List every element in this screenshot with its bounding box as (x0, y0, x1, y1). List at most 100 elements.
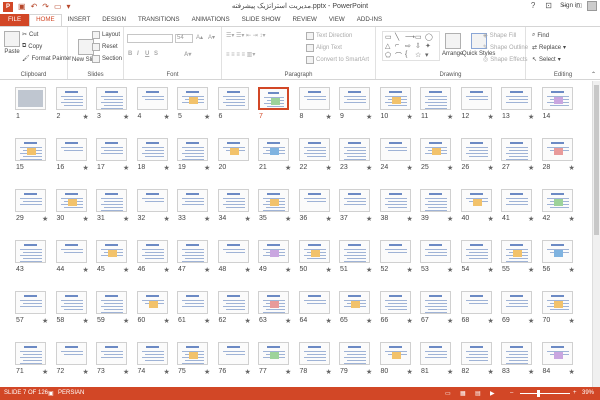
replace-button[interactable]: ⇄ Replace ▾ (532, 44, 566, 52)
animation-star-icon[interactable]: ★ (204, 368, 210, 376)
slide-thumbnail[interactable] (420, 240, 451, 263)
slide-thumbnail[interactable] (55, 138, 87, 161)
slide-thumbnail[interactable] (339, 342, 370, 365)
animation-star-icon[interactable]: ★ (569, 215, 575, 223)
animation-star-icon[interactable]: ★ (528, 317, 534, 325)
animation-star-icon[interactable]: ★ (204, 317, 210, 325)
slide-thumbnail[interactable] (420, 291, 451, 314)
animation-star-icon[interactable]: ★ (204, 266, 210, 274)
animation-star-icon[interactable]: ★ (83, 113, 89, 121)
ribbon-display-icon[interactable]: ⊡ (545, 1, 552, 10)
animation-star-icon[interactable]: ★ (569, 368, 575, 376)
slide-thumbnail[interactable] (217, 342, 249, 365)
avatar[interactable] (587, 1, 597, 11)
reading-view-icon[interactable]: ▤ (475, 390, 481, 397)
slide-thumbnail[interactable] (15, 87, 46, 110)
slide-thumbnail[interactable] (96, 240, 127, 263)
slide-thumbnail[interactable] (177, 189, 208, 212)
animation-star-icon[interactable]: ★ (366, 368, 372, 376)
animation-star-icon[interactable]: ★ (204, 215, 210, 223)
animation-star-icon[interactable]: ★ (83, 164, 89, 172)
slide-thumbnail[interactable] (501, 240, 532, 263)
font-name-combo[interactable] (127, 34, 173, 43)
animation-star-icon[interactable]: ★ (285, 164, 291, 172)
slide-thumbnail[interactable] (217, 189, 249, 212)
animation-star-icon[interactable]: ★ (488, 164, 494, 172)
slide-thumbnail[interactable] (298, 342, 330, 365)
slide-thumbnail[interactable] (460, 342, 492, 365)
tab-transitions[interactable]: TRANSITIONS (132, 14, 186, 26)
alignment-icons[interactable]: ≡ ≡ ≡ ≡ ▥▾ (226, 51, 255, 58)
shape-outline-button[interactable]: ✎ Shape Outline (483, 44, 528, 52)
shape-effects-button[interactable]: ◎ Shape Effects (483, 56, 528, 64)
animation-star-icon[interactable]: ★ (447, 266, 453, 274)
slide-thumbnail[interactable] (541, 87, 573, 110)
vertical-scrollbar[interactable] (592, 81, 600, 387)
animation-star-icon[interactable]: ★ (83, 215, 89, 223)
animation-star-icon[interactable]: ★ (164, 113, 170, 121)
animation-star-icon[interactable]: ★ (488, 215, 494, 223)
language-icon[interactable]: ▣ (48, 390, 54, 397)
animation-star-icon[interactable]: ★ (366, 215, 372, 223)
font-color-icon[interactable]: A▾ (184, 51, 191, 58)
slide-thumbnail[interactable] (501, 87, 532, 110)
help-button[interactable]: ? (531, 1, 535, 10)
slide-sorter-view-icon[interactable]: ▦ (460, 390, 466, 397)
animation-star-icon[interactable]: ★ (407, 368, 413, 376)
zoom-level[interactable]: 39% (582, 390, 594, 396)
animation-star-icon[interactable]: ★ (164, 317, 170, 325)
animation-star-icon[interactable]: ★ (528, 368, 534, 376)
italic-icon[interactable]: I (137, 51, 139, 57)
slide-thumbnail[interactable] (541, 240, 573, 263)
shapes-gallery[interactable]: ▭ ╲ ⟶ ▭ ◯ △ ⌐ ⇨ ⇩ ✦ ⬠ ⌒{☆ ▾ (382, 31, 440, 61)
slide-thumbnail[interactable] (298, 138, 330, 161)
normal-view-icon[interactable]: ▭ (445, 390, 451, 397)
zoom-in-icon[interactable]: + (573, 390, 577, 396)
animation-star-icon[interactable]: ★ (407, 317, 413, 325)
slide-thumbnail[interactable] (460, 87, 492, 110)
slide-thumbnail[interactable] (420, 189, 451, 212)
animation-star-icon[interactable]: ★ (528, 113, 534, 121)
slide-thumbnail[interactable] (460, 189, 492, 212)
slide-thumbnail[interactable] (258, 189, 289, 212)
slide-thumbnail[interactable] (379, 291, 411, 314)
slide-thumbnail[interactable] (379, 240, 411, 263)
animation-star-icon[interactable]: ★ (366, 317, 372, 325)
animation-star-icon[interactable]: ★ (569, 164, 575, 172)
animation-star-icon[interactable]: ★ (204, 164, 210, 172)
animation-star-icon[interactable]: ★ (366, 266, 372, 274)
animation-star-icon[interactable]: ★ (42, 368, 48, 376)
slide-thumbnail[interactable] (339, 138, 370, 161)
slide-thumbnail[interactable] (501, 291, 532, 314)
select-button[interactable]: ↖ Select ▾ (532, 56, 561, 64)
paste-button[interactable]: Paste (4, 31, 20, 55)
slide-thumbnail[interactable] (420, 342, 451, 365)
slide-thumbnail[interactable] (501, 138, 532, 161)
slide-thumbnail[interactable] (96, 291, 127, 314)
section-button[interactable]: Section (92, 55, 122, 63)
slide-thumbnail[interactable] (55, 240, 87, 263)
animation-star-icon[interactable]: ★ (83, 317, 89, 325)
animation-star-icon[interactable]: ★ (285, 266, 291, 274)
animation-star-icon[interactable]: ★ (245, 317, 251, 325)
slide-thumbnail[interactable] (460, 291, 492, 314)
font-size-combo[interactable]: 54 (175, 34, 193, 43)
slide-thumbnail[interactable] (379, 189, 411, 212)
animation-star-icon[interactable]: ★ (407, 113, 413, 121)
tab-design[interactable]: DESIGN (96, 14, 132, 26)
slide-thumbnail[interactable] (258, 291, 289, 314)
animation-star-icon[interactable]: ★ (123, 215, 129, 223)
slide-thumbnail[interactable] (55, 291, 87, 314)
tab-review[interactable]: REVIEW (286, 14, 322, 26)
animation-star-icon[interactable]: ★ (326, 266, 332, 274)
animation-star-icon[interactable]: ★ (447, 368, 453, 376)
animation-star-icon[interactable]: ★ (204, 113, 210, 121)
sign-in-link[interactable]: Sign in (560, 2, 580, 9)
animation-star-icon[interactable]: ★ (366, 164, 372, 172)
animation-star-icon[interactable]: ★ (164, 368, 170, 376)
slide-thumbnail[interactable] (15, 138, 46, 161)
tab-add-ins[interactable]: ADD-INS (351, 14, 388, 26)
strikethrough-icon[interactable]: S (154, 51, 158, 57)
animation-star-icon[interactable]: ★ (123, 164, 129, 172)
animation-star-icon[interactable]: ★ (528, 266, 534, 274)
